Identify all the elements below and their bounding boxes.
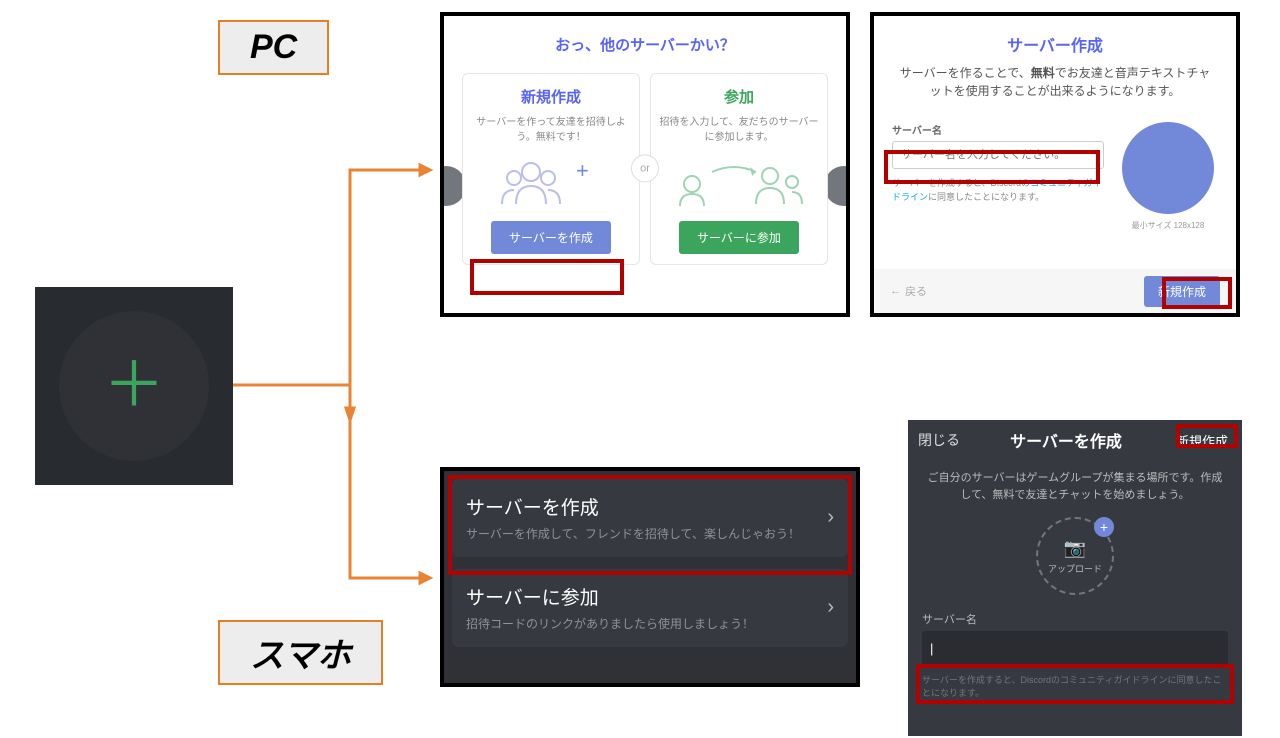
join-card-title: 参加: [659, 86, 819, 107]
screen-title: サーバーを作成: [1010, 428, 1122, 452]
plus-circle: ＋: [59, 311, 209, 461]
highlight-create-button: [470, 259, 624, 295]
camera-icon: 📷: [1064, 538, 1086, 559]
pc-server-create-dialog: サーバー作成 サーバーを作ることで、無料でお友達と音声テキストチャットを使用する…: [870, 12, 1240, 317]
highlight-mobile-create-card: [448, 475, 852, 575]
mobile-server-create-screen: 閉じる サーバーを作成 新規作成 ご自分のサーバーはゲームグループが集まる場所で…: [908, 420, 1242, 736]
create-card-desc: サーバーを作って友達を招待しよう。無料です！: [471, 115, 631, 145]
mobile-create-or-join-panel: サーバーを作成 サーバーを作成して、フレンドを招待して、楽しんじゃおう！ › サ…: [440, 467, 860, 687]
plus-icon: ＋: [103, 355, 165, 417]
dialog-title: おっ、他のサーバーかい？: [444, 34, 846, 55]
dialog-title: サーバー作成: [874, 32, 1236, 56]
or-divider: or: [631, 154, 659, 182]
label-pc: PC: [218, 20, 329, 75]
highlight-new-button: [1176, 424, 1238, 448]
create-server-card[interactable]: 新規作成 サーバーを作って友達を招待しよう。無料です！ + サーバーを作成: [462, 73, 640, 265]
server-icon-upload[interactable]: [1122, 122, 1214, 214]
server-name-label: サーバー名: [892, 122, 1104, 137]
dialog-desc: サーバーを作ることで、無料でお友達と音声テキストチャットを使用することが出来るよ…: [898, 64, 1212, 100]
create-server-button[interactable]: サーバーを作成: [491, 221, 611, 254]
card-desc: 招待コードのリンクがありましたら使用しましょう！: [466, 616, 827, 633]
label-smartphone: スマホ: [218, 620, 383, 685]
arrow-left-icon: ←: [890, 285, 901, 297]
join-card-desc: 招待を入力して、友だちのサーバーに参加します。: [659, 115, 819, 145]
plus-badge-icon: +: [1094, 517, 1114, 537]
upload-icon-button[interactable]: 📷 アップロード +: [1036, 517, 1114, 595]
highlight-server-name-input: [884, 150, 1100, 184]
highlight-create-footer-button: [1162, 277, 1232, 309]
card-title: サーバーに参加: [466, 583, 827, 610]
svg-text:+: +: [576, 158, 589, 183]
back-button[interactable]: ← 戻る: [890, 283, 927, 299]
people-icon: +: [471, 155, 631, 211]
chevron-right-icon: ›: [827, 596, 834, 619]
discord-add-server-button[interactable]: ＋: [35, 287, 233, 485]
join-server-card[interactable]: 参加 招待を入力して、友だちのサーバーに参加します。 サーバーに参加: [650, 73, 828, 265]
min-size-label: 最小サイズ 128x128: [1118, 220, 1218, 231]
highlight-server-name-input: [916, 664, 1234, 704]
join-server-button[interactable]: サーバーに参加: [679, 221, 799, 254]
join-icon: [659, 155, 819, 211]
mobile-join-server-card[interactable]: サーバーに参加 招待コードのリンクがありましたら使用しましょう！ ›: [452, 569, 848, 647]
server-name-input[interactable]: [922, 631, 1228, 666]
screen-desc: ご自分のサーバーはゲームグループが集まる場所です。作成して、無料で友達とチャット…: [908, 460, 1242, 517]
create-card-title: 新規作成: [471, 86, 631, 107]
server-name-label: サーバー名: [922, 611, 1228, 627]
upload-label: アップロード: [1048, 562, 1102, 575]
close-button[interactable]: 閉じる: [918, 430, 960, 450]
pc-create-or-join-dialog: おっ、他のサーバーかい？ 新規作成 サーバーを作って友達を招待しよう。無料です！…: [440, 12, 850, 317]
